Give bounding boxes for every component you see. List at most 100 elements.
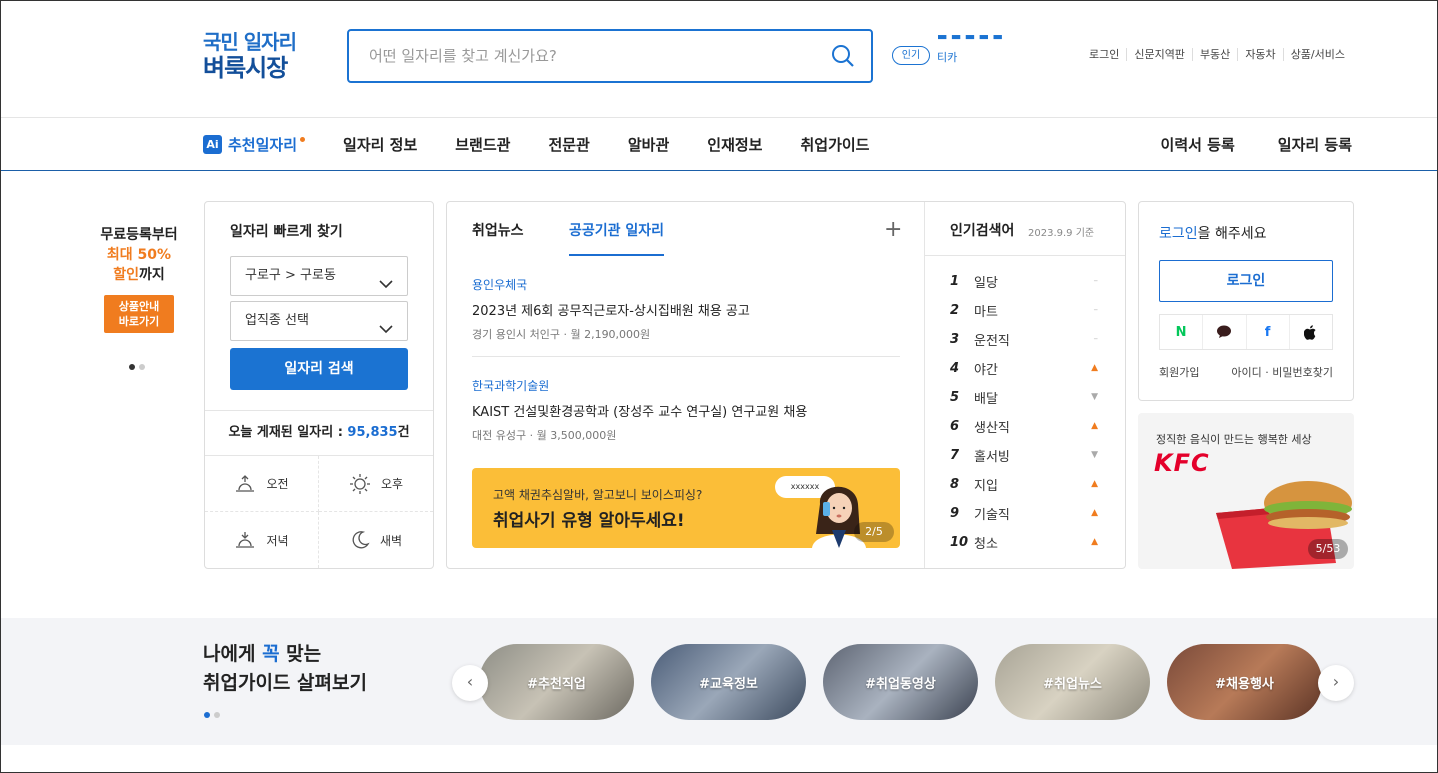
tab-public-jobs[interactable]: 공공기관 일자리	[569, 220, 664, 240]
moon-icon	[352, 531, 370, 549]
time-afternoon-label: 오후	[380, 477, 404, 491]
util-car[interactable]: 자동차	[1237, 48, 1282, 61]
nav-job-info[interactable]: 일자리 정보	[343, 134, 417, 155]
category-select[interactable]: 업직종 선택	[230, 301, 408, 341]
guide-title-line2: 취업가이드 살펴보기	[203, 672, 367, 694]
news-pay: 월 2,190,000원	[570, 328, 651, 341]
nav-guide[interactable]: 취업가이드	[800, 134, 869, 155]
guide-pill-education[interactable]: #교육정보	[651, 644, 806, 720]
news-divider	[472, 356, 900, 357]
guide-pill-recommend-job[interactable]: #추천직업	[479, 644, 634, 720]
util-products[interactable]: 상품/서비스	[1282, 48, 1352, 61]
nav-ai-recommend[interactable]: Ai 추천일자리	[203, 134, 306, 155]
popular-keyword[interactable]: 티카	[937, 51, 957, 64]
naver-login[interactable]: N	[1160, 315, 1204, 349]
news-meta: 대전 유성구 · 월 3,500,000원	[472, 429, 617, 442]
guide-pill-recruit-event[interactable]: #채용행사	[1167, 644, 1322, 720]
more-plus-icon[interactable]: +	[884, 217, 902, 242]
chevron-down-icon	[379, 314, 393, 352]
time-morning[interactable]: 오전	[205, 456, 319, 512]
signup-link[interactable]: 회원가입	[1159, 364, 1199, 380]
pill-label: #추천직업	[527, 676, 586, 692]
ranking-item[interactable]: 1 일당 –	[950, 271, 1098, 291]
ranking-item[interactable]: 8 지입 ▲	[950, 474, 1098, 494]
rank-word: 기술직	[974, 507, 1010, 523]
news-panel: 취업뉴스 공공기관 일자리 + 용인우체국 2023년 제6회 공무직근로자-상…	[446, 201, 1126, 569]
fraud-warning-banner[interactable]: 고액 채권추심알바, 알고보니 보이스피싱? 취업사기 유형 알아두세요! xx…	[472, 468, 900, 548]
nav-talent[interactable]: 인재정보	[707, 134, 762, 155]
ranking-item[interactable]: 6 생산직 ▲	[950, 416, 1098, 436]
rank-number: 7	[950, 447, 960, 463]
logo-line2: 벼룩시장	[203, 54, 288, 82]
trend-icon: ▲	[1091, 508, 1098, 518]
time-morning-label: 오전	[266, 477, 289, 491]
prev-arrow-button[interactable]: ‹	[452, 665, 488, 701]
ranking-item[interactable]: 3 운전직 –	[950, 329, 1098, 349]
nav-albamon[interactable]: 알바관	[628, 134, 669, 155]
time-dawn[interactable]: 새벽	[319, 512, 433, 568]
guide-title-highlight: 꼭	[262, 643, 280, 665]
rank-number: 4	[950, 360, 960, 376]
kfc-ad-banner[interactable]: 정직한 음식이 만드는 행복한 세상 KFC 5/53	[1138, 413, 1354, 569]
rank-number: 6	[950, 418, 960, 434]
login-button[interactable]: 로그인	[1159, 260, 1333, 302]
util-realestate[interactable]: 부동산	[1191, 48, 1237, 61]
career-guide-section: 나에게 꼭 맞는 취업가이드 살펴보기 ‹ #추천직업 #교육정보 #취업동영상…	[1, 618, 1437, 745]
promo-pagination	[129, 364, 149, 370]
guide-pill-video[interactable]: #취업동영상	[823, 644, 978, 720]
nav-expert[interactable]: 전문관	[548, 134, 589, 155]
news-item-2[interactable]: 한국과학기술원 KAIST 건설및환경공학과 (장성주 교수 연구실) 연구교원…	[472, 377, 900, 443]
search-input[interactable]	[349, 31, 809, 81]
time-evening[interactable]: 저녁	[205, 512, 319, 568]
promo-banner[interactable]: 무료등록부터 최대 50% 할인까지 상품안내 바로가기	[91, 225, 187, 333]
pill-label: #취업뉴스	[1043, 676, 1102, 692]
login-prompt-link[interactable]: 로그인	[1159, 226, 1198, 242]
header-divider	[1, 117, 1437, 118]
util-login[interactable]: 로그인	[1082, 48, 1126, 61]
popular-keyword-ticker[interactable]: ▬ ▬ ▬ ▬ ▬ 티카	[937, 35, 1003, 71]
ranking-item[interactable]: 9 기술직 ▲	[950, 503, 1098, 523]
find-account-link[interactable]: 아이디 · 비밀번호찾기	[1231, 364, 1333, 380]
pill-label: #채용행사	[1215, 676, 1274, 692]
time-evening-label: 저녁	[266, 533, 289, 548]
site-logo[interactable]: 국민 일자리 벼룩시장	[203, 29, 297, 82]
promo-dot-1[interactable]	[129, 364, 135, 370]
trend-icon: –	[1093, 305, 1099, 315]
time-afternoon[interactable]: 오후	[319, 456, 433, 512]
search-icon[interactable]	[831, 44, 855, 72]
ranking-item[interactable]: 7 홀서빙 ▼	[950, 445, 1098, 465]
rank-number: 8	[950, 476, 960, 492]
region-select[interactable]: 구로구 > 구로동	[230, 256, 408, 296]
next-arrow-button[interactable]: ›	[1318, 665, 1354, 701]
register-job-link[interactable]: 일자리 등록	[1278, 134, 1352, 155]
guide-pill-news[interactable]: #취업뉴스	[995, 644, 1150, 720]
guide-dot-2[interactable]	[214, 712, 220, 718]
login-prompt: 로그인을 해주세요	[1159, 223, 1267, 243]
news-item-1[interactable]: 용인우체국 2023년 제6회 공무직근로자-상시집배원 채용 공고 경기 용인…	[472, 276, 900, 342]
promo-dot-2[interactable]	[139, 364, 145, 370]
rank-number: 5	[950, 389, 960, 405]
rank-number: 9	[950, 505, 960, 521]
active-tab-underline	[569, 254, 664, 256]
nav-brand[interactable]: 브랜드관	[455, 134, 510, 155]
rank-word: 운전직	[974, 333, 1010, 349]
apple-login[interactable]	[1290, 315, 1332, 349]
rank-word: 배달	[974, 391, 998, 407]
ranking-item[interactable]: 10 청소 ▲	[950, 532, 1098, 552]
facebook-login[interactable]: f	[1247, 315, 1290, 349]
ranking-item[interactable]: 5 배달 ▼	[950, 387, 1098, 407]
tab-job-news[interactable]: 취업뉴스	[472, 220, 524, 240]
ranking-divider	[925, 255, 1125, 256]
naver-icon: N	[1175, 324, 1187, 340]
util-newspaper[interactable]: 신문지역판	[1126, 48, 1192, 61]
quick-search-title: 일자리 빠르게 찾기	[230, 224, 343, 240]
job-search-button[interactable]: 일자리 검색	[230, 348, 408, 390]
today-count: 오늘 게재된 일자리 : 95,835건	[205, 410, 433, 456]
kakao-login[interactable]	[1203, 315, 1247, 349]
ranking-item[interactable]: 4 야간 ▲	[950, 358, 1098, 378]
register-resume-link[interactable]: 이력서 등록	[1161, 134, 1235, 155]
promo-button[interactable]: 상품안내 바로가기	[104, 295, 174, 333]
login-box: 로그인을 해주세요 로그인 N f 회원가입 아이디 · 비밀번호찾기	[1138, 201, 1354, 401]
ranking-item[interactable]: 2 마트 –	[950, 300, 1098, 320]
guide-dot-1[interactable]	[204, 712, 210, 718]
